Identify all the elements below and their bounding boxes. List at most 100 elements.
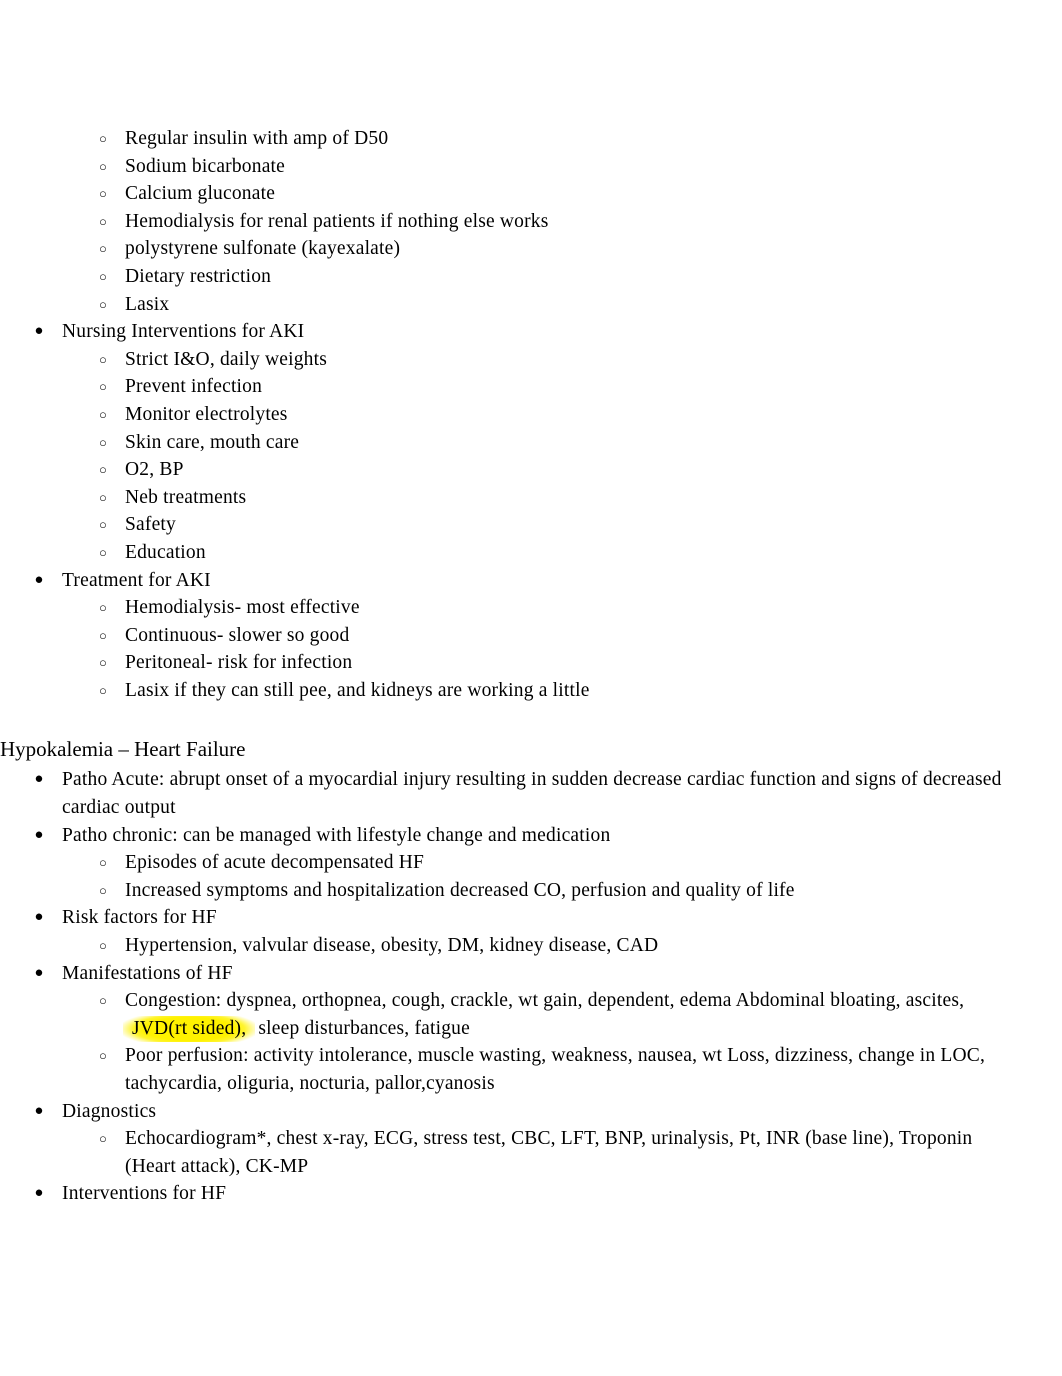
list-item-text: Diagnostics	[62, 1100, 157, 1122]
list-item: ● Nursing Interventions for AKI	[0, 318, 1002, 346]
list-hf-patho-chronic-details: ○ Episodes of acute decompensated HF ○ I…	[0, 849, 1002, 904]
bullet-hollow-icon: ○	[98, 882, 108, 898]
list-item: ○ polystyrene sulfonate (kayexalate)	[0, 235, 1002, 263]
list-item: ○ Lasix	[0, 291, 1002, 319]
list-item: ○ Lasix if they can still pee, and kidne…	[0, 677, 1002, 705]
list-item: ○ Monitor electrolytes	[0, 401, 1002, 429]
list-item-text: Monitor electrolytes	[125, 403, 288, 425]
list-item-text: Safety	[125, 514, 176, 536]
bullet-filled-icon: ●	[34, 771, 44, 788]
list-item-text: Education	[125, 541, 206, 563]
list-item-congestion: ○ Congestion: dyspnea, orthopnea, cough,…	[0, 987, 1002, 1042]
list-hf-manifestations-heading: ● Manifestations of HF	[0, 960, 1002, 988]
list-item-text: polystyrene sulfonate (kayexalate)	[125, 238, 401, 260]
list-hf-diagnostics-heading: ● Diagnostics	[0, 1098, 1002, 1126]
list-item: ○ Poor perfusion: activity intolerance, …	[0, 1042, 1002, 1097]
bullet-hollow-icon: ○	[98, 1131, 108, 1147]
bullet-hollow-icon: ○	[98, 655, 108, 671]
bullet-hollow-icon: ○	[98, 268, 108, 284]
bullet-hollow-icon: ○	[98, 462, 108, 478]
bullet-hollow-icon: ○	[98, 158, 108, 174]
list-item: ● Patho Acute: abrupt onset of a myocard…	[0, 766, 1002, 821]
bullet-hollow-icon: ○	[98, 296, 108, 312]
bullet-hollow-icon: ○	[98, 938, 108, 954]
list-item-text: Patho Acute: abrupt onset of a myocardia…	[62, 769, 1002, 819]
list-treatment-options: ○ Hemodialysis- most effective ○ Continu…	[0, 594, 1002, 704]
list-hf-interventions-heading: ● Interventions for HF	[0, 1180, 1002, 1208]
bullet-filled-icon: ●	[34, 323, 44, 340]
list-item: ○ Calcium gluconate	[0, 180, 1002, 208]
list-item: ○ Peritoneal- risk for infection	[0, 649, 1002, 677]
bullet-filled-icon: ●	[34, 571, 44, 588]
list-hf-patho-acute: ● Patho Acute: abrupt onset of a myocard…	[0, 766, 1002, 821]
list-item: ○ O2, BP	[0, 456, 1002, 484]
bullet-hollow-icon: ○	[98, 434, 108, 450]
highlighted-text-jvd: JVD(rt sided),	[123, 1015, 256, 1042]
list-item-text: Calcium gluconate	[125, 183, 276, 205]
bullet-hollow-icon: ○	[98, 855, 108, 871]
list-item: ● Interventions for HF	[0, 1180, 1002, 1208]
list-hf-risk-factors: ○ Hypertension, valvular disease, obesit…	[0, 932, 1002, 960]
list-item-text: Hemodialysis- most effective	[125, 597, 360, 619]
list-item: ○ Skin care, mouth care	[0, 429, 1002, 457]
list-item-text: Hypertension, valvular disease, obesity,…	[125, 935, 659, 957]
list-hf-manifestations: ○ Congestion: dyspnea, orthopnea, cough,…	[0, 987, 1002, 1097]
list-nursing-interventions-heading: ● Nursing Interventions for AKI	[0, 318, 1002, 346]
list-item-text: Hemodialysis for renal patients if nothi…	[125, 210, 549, 232]
list-item: ○ Safety	[0, 511, 1002, 539]
bullet-hollow-icon: ○	[98, 406, 108, 422]
list-item: ○ Neb treatments	[0, 484, 1002, 512]
list-item: ○ Episodes of acute decompensated HF	[0, 849, 1002, 877]
list-item-text: Treatment for AKI	[62, 569, 211, 591]
congestion-text-before: Congestion: dyspnea, orthopnea, cough, c…	[125, 990, 965, 1012]
list-item-text: Dietary restriction	[125, 265, 272, 287]
bullet-hollow-icon: ○	[98, 213, 108, 229]
list-item-text: Interventions for HF	[62, 1183, 227, 1205]
bullet-hollow-icon: ○	[98, 241, 108, 257]
list-item-text: Congestion: dyspnea, orthopnea, cough, c…	[123, 987, 1002, 1042]
bullet-hollow-icon: ○	[98, 682, 108, 698]
list-item-text: Lasix	[125, 293, 170, 315]
list-item: ○ Sodium bicarbonate	[0, 153, 1002, 181]
congestion-text-after: sleep disturbances, fatigue	[258, 1017, 470, 1039]
list-item: ● Patho chronic: can be managed with lif…	[0, 822, 1002, 850]
list-item-text: Manifestations of HF	[62, 962, 233, 984]
list-item: ○ Continuous- slower so good	[0, 622, 1002, 650]
list-item: ○ Prevent infection	[0, 373, 1002, 401]
list-item: ○ Dietary restriction	[0, 263, 1002, 291]
list-item: ○ Strict I&O, daily weights	[0, 346, 1002, 374]
list-item: ○ Hemodialysis for renal patients if not…	[0, 208, 1002, 236]
list-hf-patho-chronic: ● Patho chronic: can be managed with lif…	[0, 822, 1002, 850]
list-item: ○ Echocardiogram*, chest x-ray, ECG, str…	[0, 1125, 1002, 1180]
list-item-text: Continuous- slower so good	[125, 624, 350, 646]
list-hyperkalemia-treatments: ○ Regular insulin with amp of D50 ○ Sodi…	[0, 125, 1002, 318]
list-item-text: Increased symptoms and hospitalization d…	[125, 879, 795, 901]
list-item-text: Sodium bicarbonate	[125, 155, 286, 177]
list-item-text: Echocardiogram*, chest x-ray, ECG, stres…	[125, 1128, 973, 1177]
bullet-hollow-icon: ○	[98, 600, 108, 616]
section-heading-heart-failure: Hypokalemia – Heart Failure	[0, 737, 246, 762]
bullet-filled-icon: ●	[34, 964, 44, 981]
list-item-text: Risk factors for HF	[62, 907, 217, 929]
bullet-filled-icon: ●	[34, 909, 44, 926]
bullet-hollow-icon: ○	[98, 517, 108, 533]
bullet-hollow-icon: ○	[98, 544, 108, 560]
list-item: ○ Hypertension, valvular disease, obesit…	[0, 932, 1002, 960]
list-item-text: Prevent infection	[125, 376, 263, 398]
list-item-text: O2, BP	[125, 459, 184, 481]
list-item: ○ Regular insulin with amp of D50	[0, 125, 1002, 153]
bullet-hollow-icon: ○	[98, 379, 108, 395]
list-item: ● Diagnostics	[0, 1098, 1002, 1126]
list-item: ○ Education	[0, 539, 1002, 567]
list-item-text: Neb treatments	[125, 486, 247, 508]
bullet-hollow-icon: ○	[98, 1048, 108, 1064]
bullet-filled-icon: ●	[34, 826, 44, 843]
list-item: ○ Increased symptoms and hospitalization…	[0, 877, 1002, 905]
list-hf-diagnostics: ○ Echocardiogram*, chest x-ray, ECG, str…	[0, 1125, 1002, 1180]
list-item-text: Skin care, mouth care	[125, 431, 300, 453]
list-nursing-interventions: ○ Strict I&O, daily weights ○ Prevent in…	[0, 346, 1002, 567]
bullet-filled-icon: ●	[34, 1102, 44, 1119]
list-item-text: Patho chronic: can be managed with lifes…	[62, 824, 611, 846]
document-page: ○ Regular insulin with amp of D50 ○ Sodi…	[0, 0, 1062, 1376]
